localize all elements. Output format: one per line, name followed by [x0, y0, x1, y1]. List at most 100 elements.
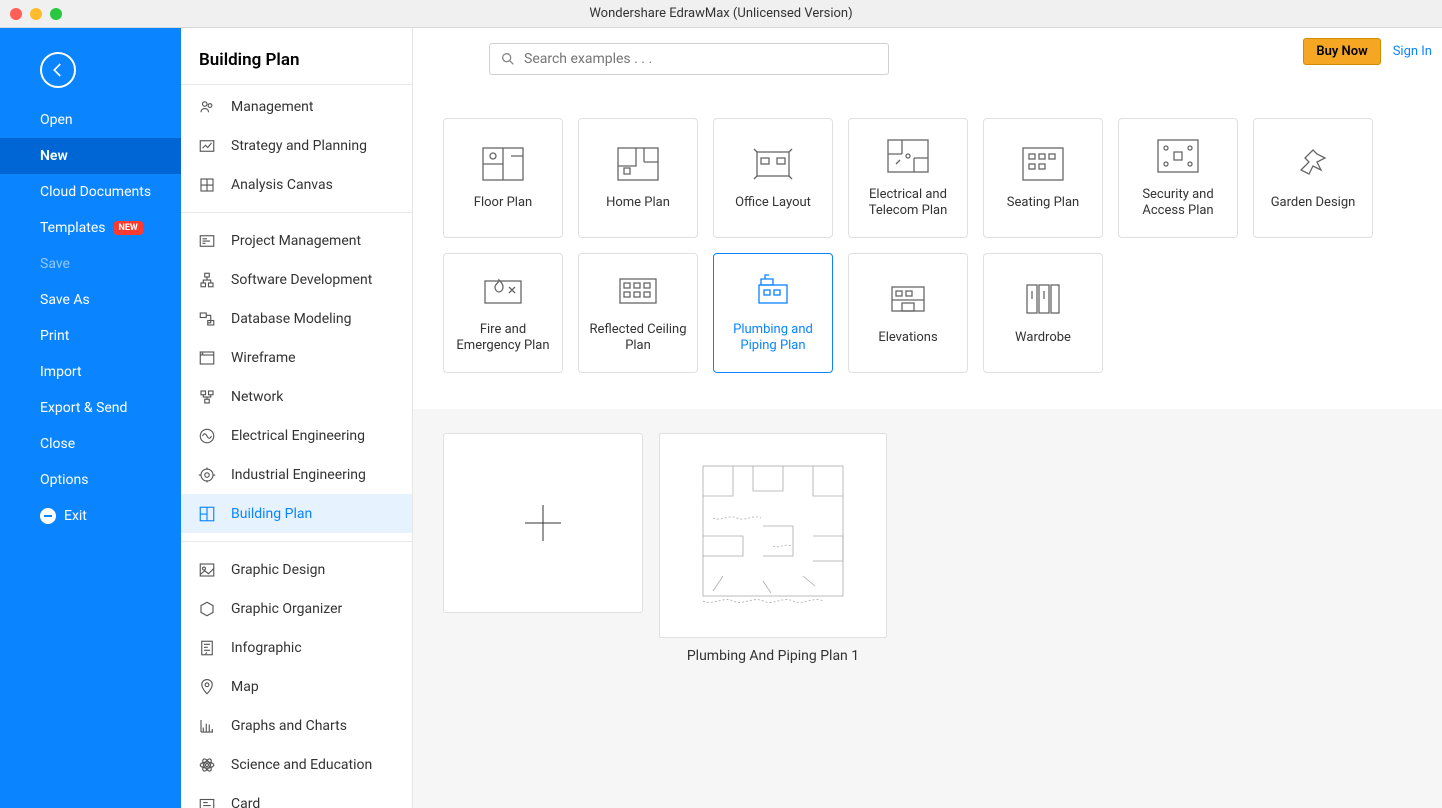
nav-templates-label: Templates	[40, 220, 106, 236]
nav-open[interactable]: Open	[0, 102, 181, 138]
floorplan-icon	[197, 504, 217, 524]
nav-options[interactable]: Options	[0, 462, 181, 498]
cat-industrial[interactable]: Industrial Engineering	[181, 455, 412, 494]
cat-label: Software Development	[231, 272, 372, 288]
arrow-left-icon	[49, 61, 67, 79]
wardrobe-icon	[1021, 280, 1065, 318]
nav-templates[interactable]: Templates NEW	[0, 210, 181, 246]
cat-management[interactable]: Management	[181, 87, 412, 126]
tile-fire[interactable]: Fire and Emergency Plan	[443, 253, 563, 373]
bar-chart-icon	[197, 716, 217, 736]
cat-graphs[interactable]: Graphs and Charts	[181, 706, 412, 745]
nav-export-send[interactable]: Export & Send	[0, 390, 181, 426]
buy-now-button[interactable]: Buy Now	[1303, 38, 1380, 65]
cat-network[interactable]: Network	[181, 377, 412, 416]
hexagon-icon	[197, 599, 217, 619]
cat-science[interactable]: Science and Education	[181, 745, 412, 784]
tile-wardrobe[interactable]: Wardrobe	[983, 253, 1103, 373]
cat-card[interactable]: Card	[181, 784, 412, 808]
example-plumbing-1[interactable]: Plumbing And Piping Plan 1	[659, 433, 887, 674]
tile-garden[interactable]: Garden Design	[1253, 118, 1373, 238]
nav-print[interactable]: Print	[0, 318, 181, 354]
cat-label: Project Management	[231, 233, 361, 249]
nav-save: Save	[0, 246, 181, 282]
search-box[interactable]	[489, 43, 889, 75]
minimize-window-button[interactable]	[30, 8, 42, 20]
cat-infographic[interactable]: Infographic	[181, 628, 412, 667]
cat-label: Building Plan	[231, 506, 312, 522]
tile-office-layout[interactable]: Office Layout	[713, 118, 833, 238]
exit-icon	[40, 508, 56, 524]
window-controls	[10, 8, 62, 20]
tile-home-plan[interactable]: Home Plan	[578, 118, 698, 238]
back-button[interactable]	[40, 52, 76, 88]
cat-analysis[interactable]: Analysis Canvas	[181, 165, 412, 204]
nav-save-as[interactable]: Save As	[0, 282, 181, 318]
titlebar: Wondershare EdrawMax (Unlicensed Version…	[0, 0, 1442, 28]
ceiling-icon	[616, 272, 660, 310]
cat-label: Graphs and Charts	[231, 718, 347, 734]
cat-label: Industrial Engineering	[231, 467, 366, 483]
tile-plumbing[interactable]: Plumbing and Piping Plan	[713, 253, 833, 373]
content-scroll[interactable]: Floor Plan Home Plan Office Layout Elect…	[413, 90, 1442, 808]
search-icon	[500, 51, 516, 67]
cat-label: Infographic	[231, 640, 302, 656]
cat-project-management[interactable]: Project Management	[181, 221, 412, 260]
cat-wireframe[interactable]: Wireframe	[181, 338, 412, 377]
cat-building-plan[interactable]: Building Plan	[181, 494, 412, 533]
nav-close[interactable]: Close	[0, 426, 181, 462]
sign-in-link[interactable]: Sign In	[1393, 44, 1432, 59]
people-icon	[197, 97, 217, 117]
garden-icon	[1291, 145, 1335, 183]
tile-label: Garden Design	[1271, 195, 1356, 211]
cat-label: Card	[231, 796, 260, 808]
tile-label: Plumbing and Piping Plan	[722, 322, 824, 353]
bars-icon	[197, 231, 217, 251]
nav-cloud-documents[interactable]: Cloud Documents	[0, 174, 181, 210]
nav-exit[interactable]: Exit	[0, 498, 181, 534]
grid-icon	[197, 175, 217, 195]
top-actions: Buy Now Sign In	[1303, 38, 1432, 65]
tile-label: Reflected Ceiling Plan	[587, 322, 689, 353]
template-tiles: Floor Plan Home Plan Office Layout Elect…	[413, 90, 1442, 409]
cat-label: Database Modeling	[231, 311, 352, 327]
maximize-window-button[interactable]	[50, 8, 62, 20]
cat-label: Management	[231, 99, 313, 115]
nav-import[interactable]: Import	[0, 354, 181, 390]
examples-section: Plumbing And Piping Plan 1	[413, 409, 1442, 698]
cat-database[interactable]: Database Modeling	[181, 299, 412, 338]
cat-map[interactable]: Map	[181, 667, 412, 706]
category-group-1: Management Strategy and Planning Analysi…	[181, 84, 412, 212]
close-window-button[interactable]	[10, 8, 22, 20]
cat-electrical[interactable]: Electrical Engineering	[181, 416, 412, 455]
tile-security[interactable]: Security and Access Plan	[1118, 118, 1238, 238]
blank-template-card[interactable]	[443, 433, 643, 613]
tile-ceiling[interactable]: Reflected Ceiling Plan	[578, 253, 698, 373]
tile-elevations[interactable]: Elevations	[848, 253, 968, 373]
card-icon	[197, 794, 217, 808]
nav-new[interactable]: New	[0, 138, 181, 174]
cat-software[interactable]: Software Development	[181, 260, 412, 299]
tile-label: Security and Access Plan	[1127, 187, 1229, 218]
image-icon	[197, 560, 217, 580]
search-input[interactable]	[524, 51, 878, 67]
database-icon	[197, 309, 217, 329]
fire-icon	[481, 272, 525, 310]
tile-electrical-telecom[interactable]: Electrical and Telecom Plan	[848, 118, 968, 238]
home-plan-icon	[616, 145, 660, 183]
seating-icon	[1021, 145, 1065, 183]
tile-label: Wardrobe	[1015, 330, 1071, 346]
category-group-2: Project Management Software Development …	[181, 212, 412, 541]
nav-exit-label: Exit	[64, 508, 87, 524]
browser-icon	[197, 348, 217, 368]
panel-title: Building Plan	[181, 28, 412, 84]
cat-label: Analysis Canvas	[231, 177, 333, 193]
tile-label: Electrical and Telecom Plan	[857, 187, 959, 218]
tile-seating[interactable]: Seating Plan	[983, 118, 1103, 238]
cat-strategy[interactable]: Strategy and Planning	[181, 126, 412, 165]
cat-graphic-design[interactable]: Graphic Design	[181, 550, 412, 589]
cat-graphic-organizer[interactable]: Graphic Organizer	[181, 589, 412, 628]
tile-label: Elevations	[878, 330, 937, 346]
tile-floor-plan[interactable]: Floor Plan	[443, 118, 563, 238]
electrical-plan-icon	[886, 137, 930, 175]
